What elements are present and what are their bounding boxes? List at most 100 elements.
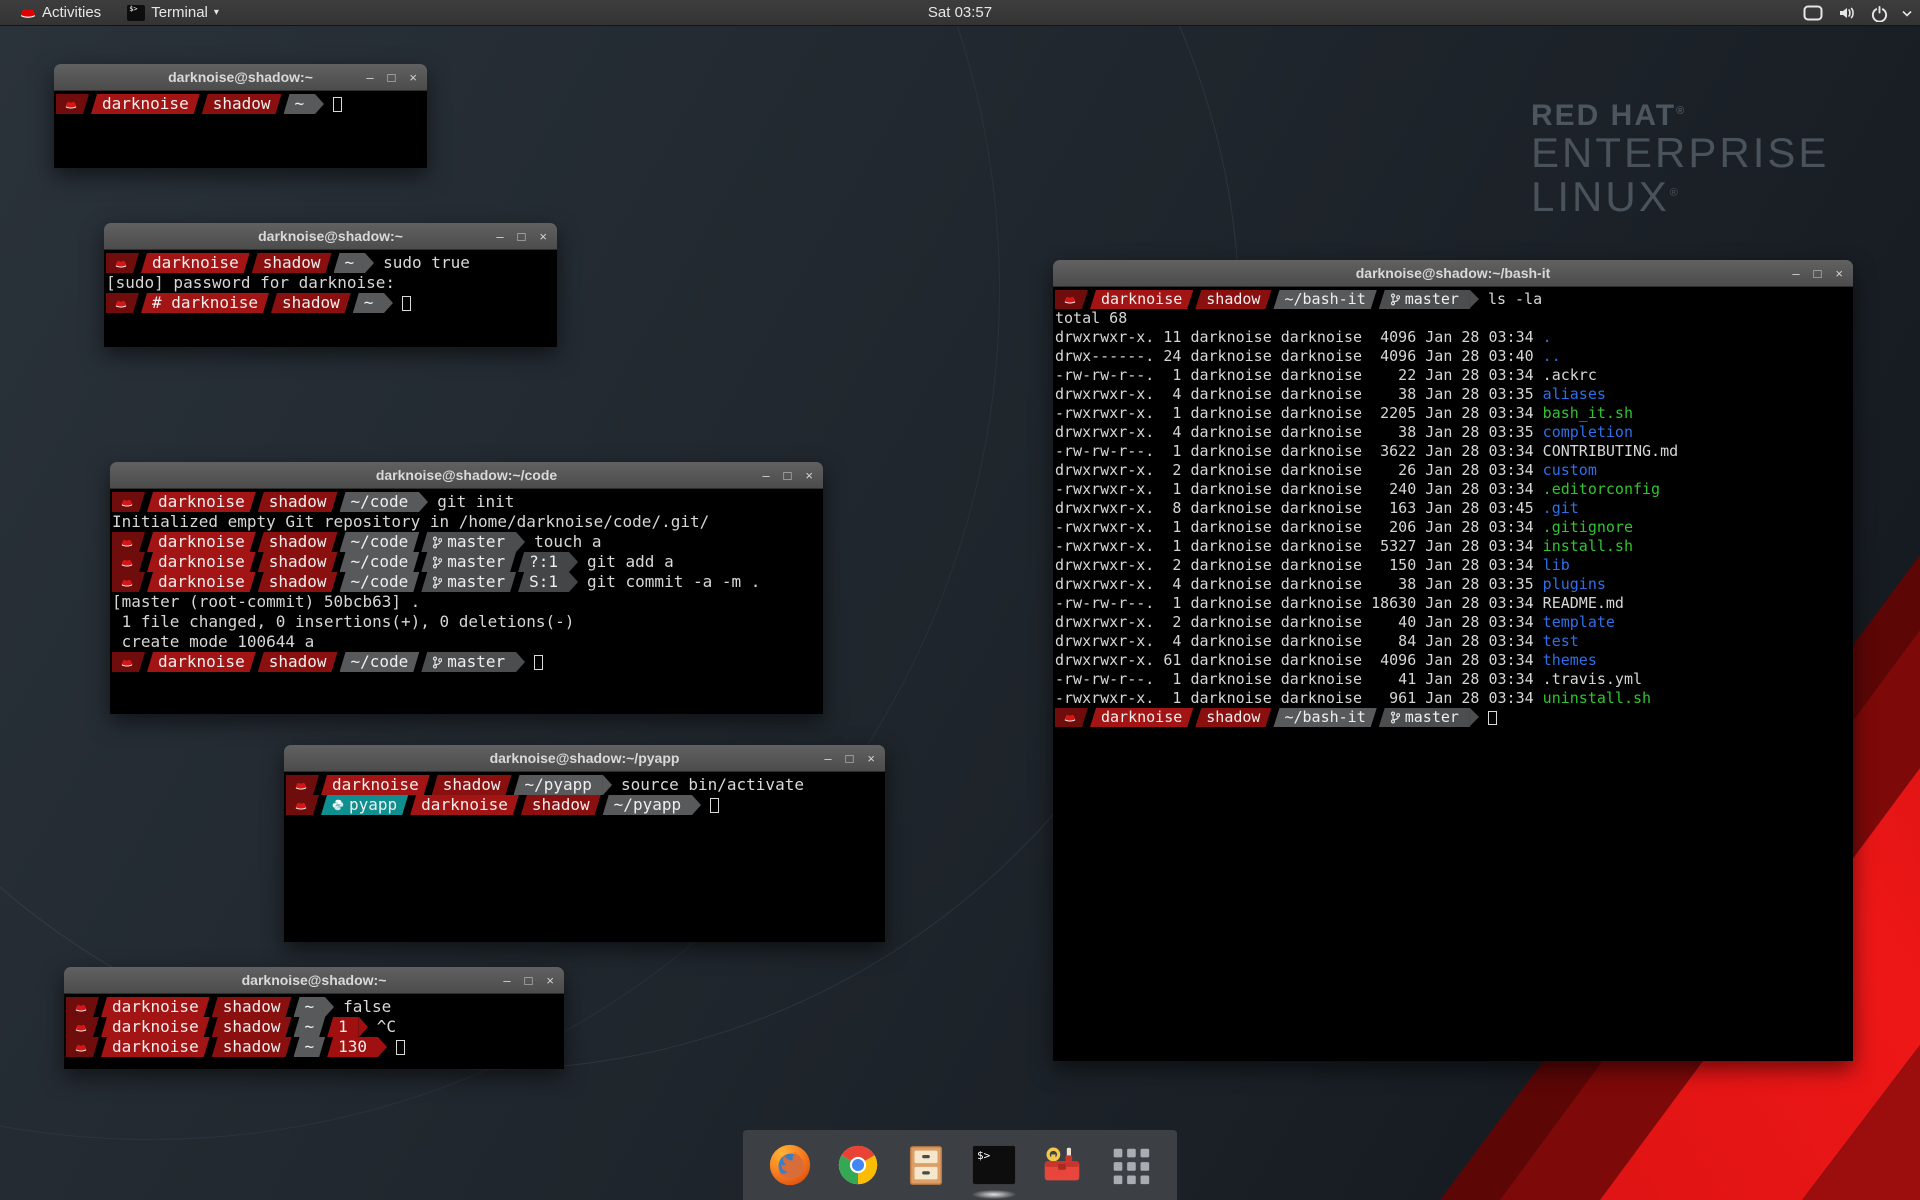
terminal-cursor — [1488, 711, 1497, 725]
terminal-content[interactable]: darknoiseshadow~/pyappsource bin/activat… — [284, 772, 885, 942]
dock-item-terminal[interactable]: $> — [969, 1140, 1019, 1190]
terminal-line: darknoiseshadow~sudo true — [106, 253, 557, 273]
dock-item-chrome[interactable] — [833, 1140, 883, 1190]
window-titlebar[interactable]: darknoise@shadow:~/pyapp–□× — [284, 745, 885, 772]
dock-item-app-grid[interactable] — [1105, 1140, 1155, 1190]
dock-item-files[interactable] — [901, 1140, 951, 1190]
minimize-button[interactable]: – — [1792, 267, 1799, 280]
prompt-segment-host: shadow — [258, 532, 338, 552]
redhat-prompt-icon — [74, 1022, 88, 1033]
prompt-segment-user: darknoise — [1090, 290, 1193, 309]
minimize-button[interactable]: – — [496, 230, 503, 243]
dock-item-firefox[interactable] — [765, 1140, 815, 1190]
maximize-button[interactable]: □ — [518, 230, 526, 243]
close-button[interactable]: × — [539, 230, 547, 243]
close-button[interactable]: × — [1835, 267, 1843, 280]
terminal-line: drwxrwxr-x. 4 darknoise darknoise 38 Jan… — [1055, 385, 1853, 404]
terminal-window-bash-it: darknoise@shadow:~/bash-it– □ × darknoisesh… — [1053, 260, 1853, 1061]
prompt-segment-path: ~/code — [340, 572, 420, 592]
minimize-button[interactable]: – — [762, 469, 769, 482]
prompt-segment-redhat-icon — [56, 94, 89, 114]
prompt-arrow-icon — [569, 552, 578, 572]
prompt-segment-exit-code: 1 — [327, 1017, 359, 1037]
file-name: README.md — [1543, 594, 1624, 612]
redhat-prompt-icon — [74, 1042, 88, 1053]
prompt-segment-user: darknoise — [147, 532, 256, 552]
minimize-button[interactable]: – — [824, 752, 831, 765]
prompt-arrow-icon — [384, 293, 393, 313]
window-controls: – □ × — [496, 230, 547, 243]
prompt-segment-path: ~/code — [340, 652, 420, 672]
file-name: template — [1543, 613, 1615, 631]
terminal-cursor — [333, 97, 342, 112]
terminal-content[interactable]: darknoiseshadow~/codegit initInitialized… — [110, 489, 823, 714]
prompt-segment-user: darknoise — [1090, 708, 1193, 727]
terminal-line: -rwxrwxr-x. 1 darknoise darknoise 5327 J… — [1055, 537, 1853, 556]
command-text: ^C — [377, 1017, 396, 1037]
terminal-window-code: darknoise@shadow:~/code–□×darknoiseshado… — [110, 462, 823, 714]
dock-item-toolbox[interactable] — [1037, 1140, 1087, 1190]
prompt-arrow-icon — [1470, 290, 1479, 308]
chevron-down-icon — [1902, 10, 1912, 17]
terminal-line: drwxrwxr-x. 11 darknoise darknoise 4096 … — [1055, 328, 1853, 347]
window-titlebar[interactable]: darknoise@shadow:~–□× — [64, 967, 564, 994]
window-controls: – □ × — [1792, 267, 1843, 280]
maximize-button[interactable]: □ — [388, 71, 396, 84]
terminal-content[interactable]: darknoiseshadow~ — [54, 91, 427, 168]
prompt-segment-redhat-icon — [1055, 290, 1088, 309]
git-branch-icon — [432, 556, 442, 569]
prompt-segment-path: ~ — [334, 253, 366, 273]
prompt-arrow-icon — [692, 795, 701, 815]
prompt-segment-host: shadow — [212, 997, 292, 1017]
close-button[interactable]: × — [805, 469, 813, 482]
clock[interactable]: Sat 03:57 — [0, 4, 1920, 21]
file-name: . — [1543, 328, 1552, 346]
terminal-content[interactable]: darknoiseshadow~falsedarknoiseshadow~1^C… — [64, 994, 564, 1069]
window-titlebar[interactable]: darknoise@shadow:~/code–□× — [110, 462, 823, 489]
terminal-line: drwxrwxr-x. 8 darknoise darknoise 163 Ja… — [1055, 499, 1853, 518]
file-name: .ackrc — [1543, 366, 1597, 384]
desktop: RED HAT® ENTERPRISE LINUX® darknoise@sha… — [0, 0, 1920, 1200]
window-titlebar[interactable]: darknoise@shadow:~–□× — [54, 64, 427, 91]
close-button[interactable]: × — [867, 752, 875, 765]
window-titlebar[interactable]: darknoise@shadow:~–□× — [104, 223, 557, 250]
maximize-button[interactable]: □ — [1814, 267, 1822, 280]
maximize-button[interactable]: □ — [846, 752, 854, 765]
terminal-content[interactable]: darknoiseshadow~sudo true[sudo] password… — [104, 250, 557, 347]
terminal-line: 1 file changed, 0 insertions(+), 0 delet… — [112, 612, 823, 632]
terminal-line: darknoiseshadow~1^C — [66, 1017, 564, 1037]
window-title: darknoise@shadow:~/bash-it — [1053, 265, 1853, 281]
file-name: .git — [1543, 499, 1579, 517]
prompt-segment-exit-code: 130 — [327, 1037, 378, 1057]
close-button[interactable]: × — [546, 974, 554, 987]
prompt-segment-redhat-icon — [112, 572, 145, 592]
python-icon — [332, 799, 344, 811]
prompt-segment-git-branch: master — [1379, 708, 1470, 727]
window-controls: – □ × — [762, 469, 813, 482]
terminal-line: [master (root-commit) 50bcb63] . — [112, 592, 823, 612]
redhat-prompt-icon — [120, 497, 134, 508]
system-status-area[interactable] — [1803, 0, 1912, 26]
terminal-cursor — [396, 1040, 405, 1055]
terminal-line: [sudo] password for darknoise: — [106, 273, 557, 293]
redhat-prompt-icon — [294, 800, 308, 811]
minimize-button[interactable]: – — [503, 974, 510, 987]
file-name: .travis.yml — [1543, 670, 1642, 688]
prompt-segment-path: ~/code — [340, 532, 420, 552]
maximize-button[interactable]: □ — [525, 974, 533, 987]
command-text: git init — [437, 492, 514, 512]
maximize-button[interactable]: □ — [784, 469, 792, 482]
window-titlebar[interactable]: darknoise@shadow:~/bash-it– □ × — [1053, 260, 1853, 287]
terminal-line: Initialized empty Git repository in /hom… — [112, 512, 823, 532]
close-button[interactable]: × — [409, 71, 417, 84]
prompt-arrow-icon — [315, 94, 324, 114]
redhat-prompt-icon — [1063, 294, 1077, 305]
terminal-line: drwx------. 24 darknoise darknoise 4096 … — [1055, 347, 1853, 366]
toolbox-icon — [1039, 1142, 1085, 1188]
terminal-line: drwxrwxr-x. 4 darknoise darknoise 38 Jan… — [1055, 423, 1853, 442]
file-name: .. — [1543, 347, 1561, 365]
minimize-button[interactable]: – — [366, 71, 373, 84]
terminal-content[interactable]: darknoiseshadow~/bash-itmasterls -latota… — [1053, 287, 1853, 1061]
terminal-line: darknoiseshadow~ — [56, 94, 427, 114]
git-branch-icon — [432, 656, 442, 669]
